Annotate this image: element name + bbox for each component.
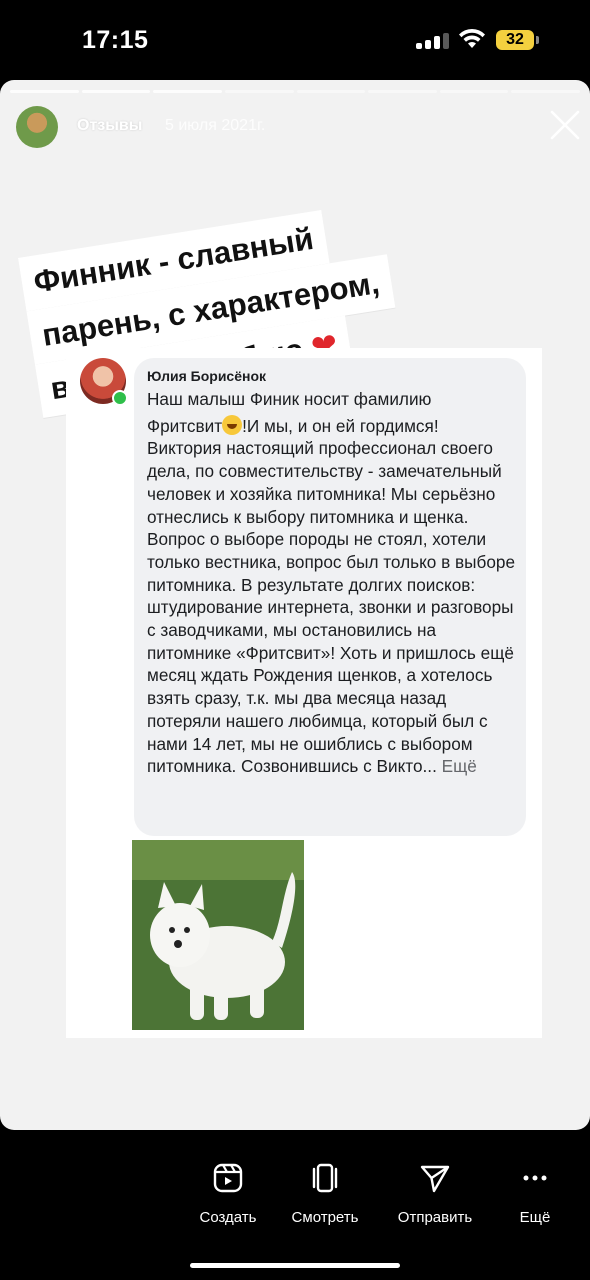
online-indicator: [112, 390, 128, 406]
wifi-icon: [459, 28, 485, 48]
view-icon: [312, 1163, 338, 1193]
account-avatar[interactable]: [16, 106, 58, 148]
story-progress-bar: [10, 90, 580, 93]
story-header: Отзывы 5 июля 2021г.: [16, 106, 580, 150]
progress-segment: [81, 90, 151, 93]
progress-segment: [439, 90, 509, 93]
view-button[interactable]: Смотреть: [275, 1162, 375, 1226]
comment-body: Виктория настоящий профессионал своего д…: [147, 438, 516, 777]
send-icon: [420, 1165, 450, 1193]
signal-icon: [416, 33, 450, 49]
battery-tip: [536, 36, 539, 44]
comment-line1: Наш малыш Финик носит фамилию: [147, 389, 432, 409]
create-label: Создать: [199, 1209, 257, 1226]
comment-bubble: Юлия Борисёнок Наш малыш Финик носит фам…: [134, 358, 526, 836]
more-button[interactable]: Ещё: [485, 1162, 585, 1226]
progress-segment: [296, 90, 366, 93]
send-button[interactable]: Отправить: [385, 1162, 485, 1226]
more-icon: [523, 1175, 547, 1181]
see-more-link: Ещё: [441, 756, 477, 777]
story-actions-bar: Создать Смотреть Отправить Ещё: [0, 1130, 590, 1280]
comment-screenshot: Юлия Борисёнок Наш малыш Финик носит фам…: [66, 348, 542, 1038]
create-icon: [213, 1163, 243, 1193]
story-viewer[interactable]: Отзывы 5 июля 2021г. Финник - славный па…: [0, 80, 590, 1130]
progress-segment-active: [224, 90, 294, 93]
battery-indicator: 32: [496, 30, 534, 50]
story-date: 5 июля 2021г.: [165, 117, 266, 134]
close-icon[interactable]: [548, 108, 582, 142]
grinning-emoji-icon: [222, 414, 243, 435]
progress-segment: [153, 90, 222, 93]
comment-line2a: Фритсвит: [147, 415, 223, 436]
status-bar: 17:15 32: [0, 0, 590, 80]
account-name[interactable]: Отзывы: [77, 117, 142, 135]
status-time: 17:15: [82, 26, 149, 54]
view-label: Смотреть: [291, 1209, 359, 1226]
create-button[interactable]: Создать: [178, 1162, 278, 1226]
dog-photo: [132, 840, 304, 1030]
progress-segment: [10, 90, 79, 93]
comment-author: Юлия Борисёнок: [147, 368, 267, 384]
progress-segment: [368, 90, 437, 93]
send-label: Отправить: [397, 1209, 473, 1226]
comment-line2b: !И мы, и он ей гордимся!: [242, 415, 439, 436]
home-indicator[interactable]: [190, 1263, 400, 1268]
progress-segment: [511, 90, 580, 93]
more-label: Ещё: [519, 1209, 551, 1226]
comment-text: Наш малыш Финик носит фамилию Фритсвит !И…: [147, 388, 523, 778]
